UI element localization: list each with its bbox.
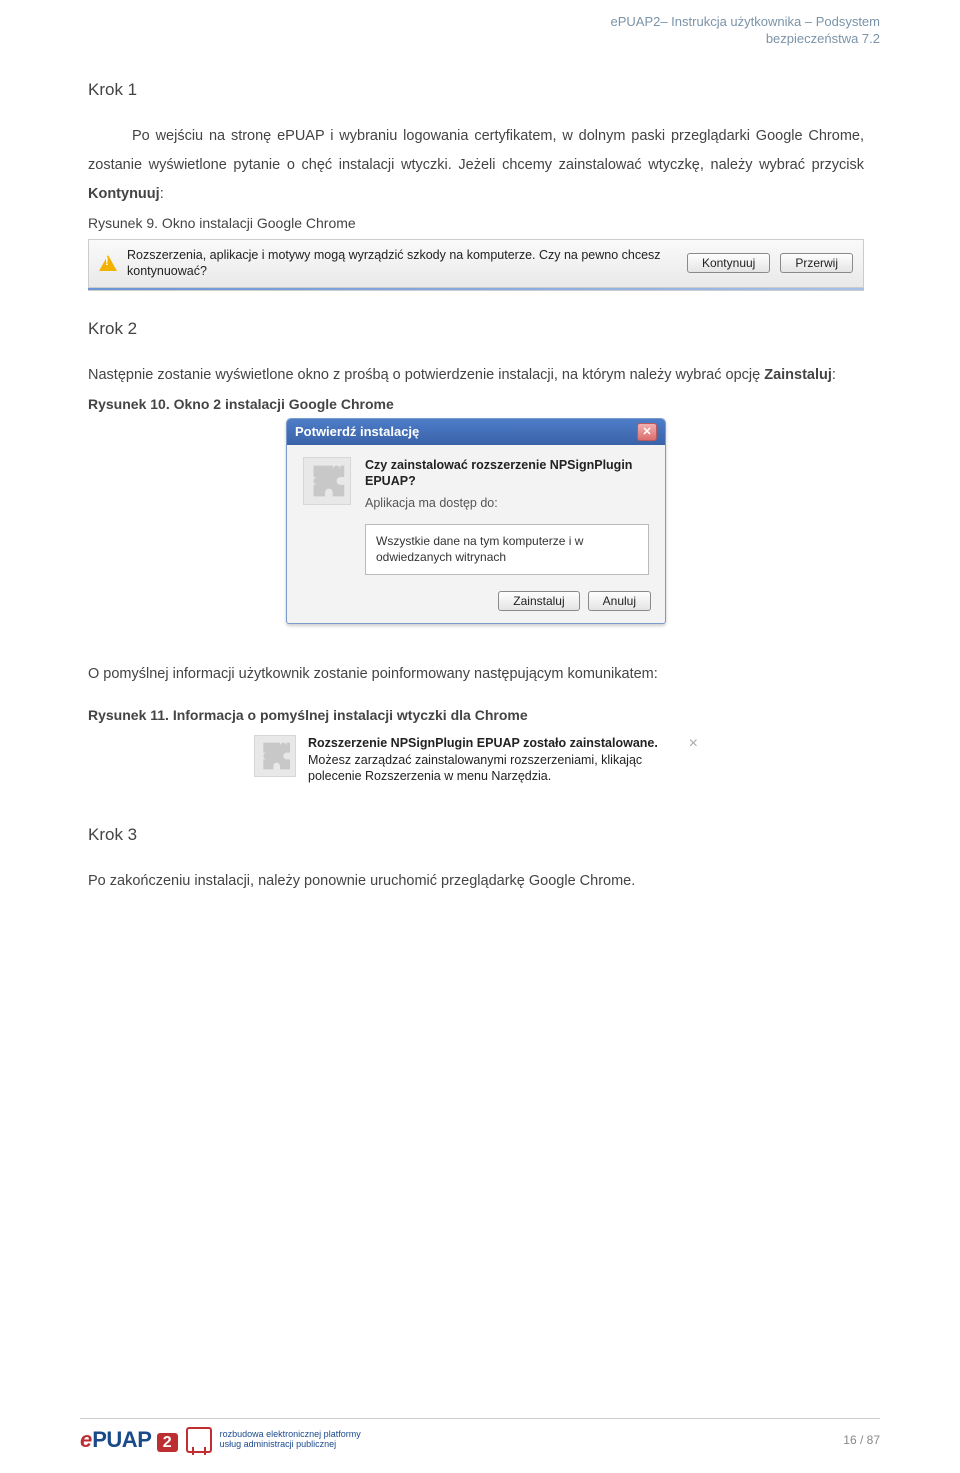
permissions-box: Wszystkie dane na tym komputerze i w odw… <box>365 524 649 574</box>
page-footer: ePUAP 2 rozbudowa elektronicznej platfor… <box>80 1418 880 1453</box>
figure11-caption: Rysunek 11. Informacja o pomyślnej insta… <box>88 707 864 723</box>
step1-colon: : <box>160 186 164 202</box>
install-success-notification: Rozszerzenie NPSignPlugin EPUAP zostało … <box>246 729 706 792</box>
logo-e: e <box>80 1427 92 1452</box>
install-button[interactable]: Zainstaluj <box>498 591 579 611</box>
dialog-main-text: Czy zainstalować rozszerzenie NPSignPlug… <box>365 457 649 491</box>
chrome-install-bar: Rozszerzenia, aplikacje i motywy mogą wy… <box>88 239 864 288</box>
header-line2: bezpieczeństwa 7.2 <box>510 31 880 48</box>
page-header: ePUAP2– Instrukcja użytkownika – Podsyst… <box>510 14 880 48</box>
notification-sub: Możesz zarządzać zainstalowanymi rozszer… <box>308 752 677 786</box>
cancel-install-button[interactable]: Anuluj <box>588 591 651 611</box>
logo-subtitle: rozbudowa elektronicznej platformy usług… <box>220 1430 361 1450</box>
step2-paragraph: Następnie zostanie wyświetlone okno z pr… <box>88 361 864 390</box>
dialog-buttons: Zainstaluj Anuluj <box>287 585 665 623</box>
epuap-logo: ePUAP 2 rozbudowa elektronicznej platfor… <box>80 1427 361 1453</box>
logo-puap: PUAP <box>92 1427 151 1452</box>
figure10: Potwierdź instalację ✕ Czy zainstalować … <box>88 418 864 624</box>
step3-title: Krok 3 <box>88 825 864 845</box>
step1-paragraph: Po wejściu na stronę ePUAP i wybraniu lo… <box>88 122 864 209</box>
step2-title: Krok 2 <box>88 319 864 339</box>
logo-icon <box>186 1427 212 1453</box>
figure10-caption: Rysunek 10. Okno 2 instalacji Google Chr… <box>88 396 864 412</box>
step1-title: Krok 1 <box>88 80 864 100</box>
extension-icon <box>254 735 296 777</box>
figure9-caption: Rysunek 9. Okno instalacji Google Chrome <box>88 215 864 231</box>
document-content: Krok 1 Po wejściu na stronę ePUAP i wybr… <box>88 80 864 900</box>
dialog-sub-text: Aplikacja ma dostęp do: <box>365 496 649 510</box>
close-icon[interactable]: × <box>689 735 698 786</box>
continue-button[interactable]: Kontynuuj <box>687 253 770 273</box>
dialog-body: Czy zainstalować rozszerzenie NPSignPlug… <box>287 445 665 521</box>
logo-2-badge: 2 <box>157 1433 178 1452</box>
step3-paragraph: Po zakończeniu instalacji, należy ponown… <box>88 867 864 896</box>
bar-text: Rozszerzenia, aplikacje i motywy mogą wy… <box>127 247 677 280</box>
figure11: Rozszerzenie NPSignPlugin EPUAP zostało … <box>88 729 864 792</box>
dialog-title-text: Potwierdź instalację <box>295 424 419 439</box>
step2-bold: Zainstaluj <box>764 367 832 383</box>
step1-bold: Kontynuuj <box>88 186 160 202</box>
warning-icon <box>99 255 117 271</box>
logo-sub2: usług administracji publicznej <box>220 1440 361 1450</box>
notification-text: Rozszerzenie NPSignPlugin EPUAP zostało … <box>308 735 677 786</box>
extension-icon <box>303 457 351 505</box>
step2-colon: : <box>832 367 836 383</box>
step2-text: Następnie zostanie wyświetlone okno z pr… <box>88 367 764 383</box>
confirm-install-dialog: Potwierdź instalację ✕ Czy zainstalować … <box>286 418 666 624</box>
step1-text: Po wejściu na stronę ePUAP i wybraniu lo… <box>88 128 864 173</box>
figure9: Rozszerzenia, aplikacje i motywy mogą wy… <box>88 239 864 291</box>
step2-outcome: O pomyślnej informacji użytkownik zostan… <box>88 660 864 689</box>
close-icon[interactable]: ✕ <box>637 423 657 441</box>
page-number: 16 / 87 <box>843 1433 880 1447</box>
dialog-text: Czy zainstalować rozszerzenie NPSignPlug… <box>365 457 649 511</box>
bar-divider <box>88 288 864 291</box>
dialog-titlebar: Potwierdź instalację ✕ <box>287 419 665 445</box>
cancel-button[interactable]: Przerwij <box>780 253 853 273</box>
notification-title: Rozszerzenie NPSignPlugin EPUAP zostało … <box>308 735 677 752</box>
header-line1: ePUAP2– Instrukcja użytkownika – Podsyst… <box>510 14 880 31</box>
